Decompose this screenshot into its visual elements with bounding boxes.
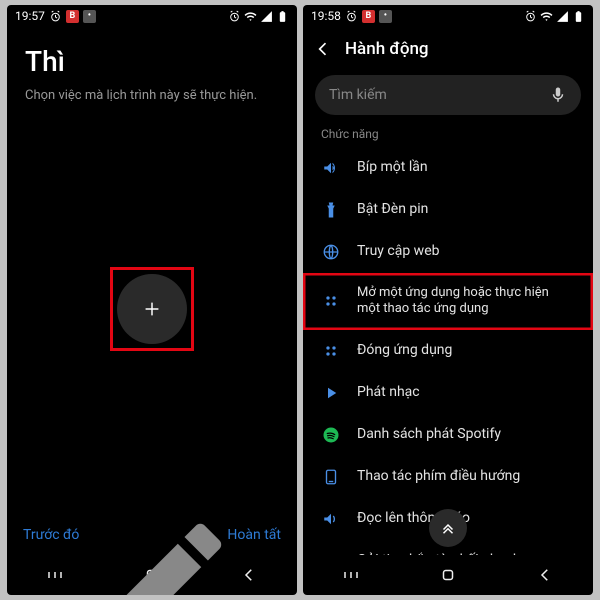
flashlight-icon: [321, 201, 341, 219]
action-label: Phát nhạc: [357, 384, 575, 402]
search-input[interactable]: Tìm kiếm: [315, 75, 581, 115]
status-bar: 19:57 B •: [7, 5, 297, 27]
alarm-icon: [524, 10, 537, 23]
page-title: Thì: [25, 45, 279, 78]
wifi-icon: [540, 10, 553, 23]
action-label: Truy cập web: [357, 243, 575, 261]
action-row[interactable]: Bật Đèn pin: [303, 189, 593, 231]
action-label: Thao tác phím điều hướng: [357, 468, 575, 486]
pencil-icon: [15, 505, 297, 595]
nav-home-button[interactable]: [439, 566, 457, 584]
action-row[interactable]: Bíp một lần: [303, 147, 593, 189]
edit-button[interactable]: [15, 505, 39, 529]
phone-nav-icon: [321, 468, 341, 486]
action-row[interactable]: Danh sách phát Spotify: [303, 414, 593, 456]
nav-back-button[interactable]: [536, 566, 554, 584]
page-header: Thì: [7, 27, 297, 82]
action-label: Mở một ứng dụng hoặc thực hiện một thao …: [357, 285, 575, 318]
spotify-icon: [321, 426, 341, 444]
speaker-icon: [321, 159, 341, 177]
tts-icon: [321, 510, 341, 528]
plus-icon: [141, 298, 163, 320]
nav-bar: [303, 555, 593, 595]
add-action-button[interactable]: [117, 274, 187, 344]
page-subtitle: Chọn việc mà lịch trình này sẽ thực hiện…: [7, 82, 297, 103]
chevron-up-icon: [439, 519, 457, 537]
action-row[interactable]: Phát nhạc: [303, 372, 593, 414]
actions-list: Bíp một lần Bật Đèn pin Truy cập web Mở một…: [303, 147, 593, 555]
scroll-top-button[interactable]: [429, 509, 467, 547]
action-label: Gửi tin nhắn từ chối nhanh: [357, 552, 575, 555]
search-placeholder: Tìm kiếm: [329, 87, 387, 103]
status-time: 19:58: [311, 9, 341, 23]
apps-icon: [321, 292, 341, 310]
section-label: Chức năng: [303, 121, 593, 147]
page-title: Hành động: [345, 39, 429, 59]
back-button[interactable]: [313, 39, 333, 59]
battery-icon: [276, 10, 289, 23]
badge-gray-icon: •: [379, 10, 392, 23]
action-row[interactable]: Mở một ứng dụng hoặc thực hiện một thao …: [303, 273, 593, 330]
nav-recent-button[interactable]: [342, 566, 360, 584]
mic-icon[interactable]: [549, 86, 567, 104]
apps-icon: [321, 342, 341, 360]
alarm-icon: [345, 10, 358, 23]
status-time: 19:57: [15, 9, 45, 23]
badge-b-icon: B: [362, 10, 375, 23]
wifi-icon: [244, 10, 257, 23]
screen-actions-list: 19:58 B • Hành động Tìm kiếm Chức năng B…: [303, 5, 593, 595]
signal-icon: [260, 10, 273, 23]
badge-gray-icon: •: [83, 10, 96, 23]
action-row[interactable]: Thao tác phím điều hướng: [303, 456, 593, 498]
screen-then: 19:57 B • Thì Chọn việc mà lịch trình nà…: [7, 5, 297, 595]
message-icon: [321, 552, 341, 556]
alarm-icon: [49, 10, 62, 23]
action-row[interactable]: Đóng ứng dụng: [303, 330, 593, 372]
action-label: Bật Đèn pin: [357, 201, 575, 219]
battery-icon: [572, 10, 585, 23]
status-bar: 19:58 B •: [303, 5, 593, 27]
signal-icon: [556, 10, 569, 23]
alarm-icon: [228, 10, 241, 23]
action-label: Bíp một lần: [357, 159, 575, 177]
action-row[interactable]: Truy cập web: [303, 231, 593, 273]
globe-icon: [321, 243, 341, 261]
play-icon: [321, 384, 341, 402]
badge-b-icon: B: [66, 10, 79, 23]
action-label: Danh sách phát Spotify: [357, 426, 575, 444]
action-label: Đóng ứng dụng: [357, 342, 575, 360]
